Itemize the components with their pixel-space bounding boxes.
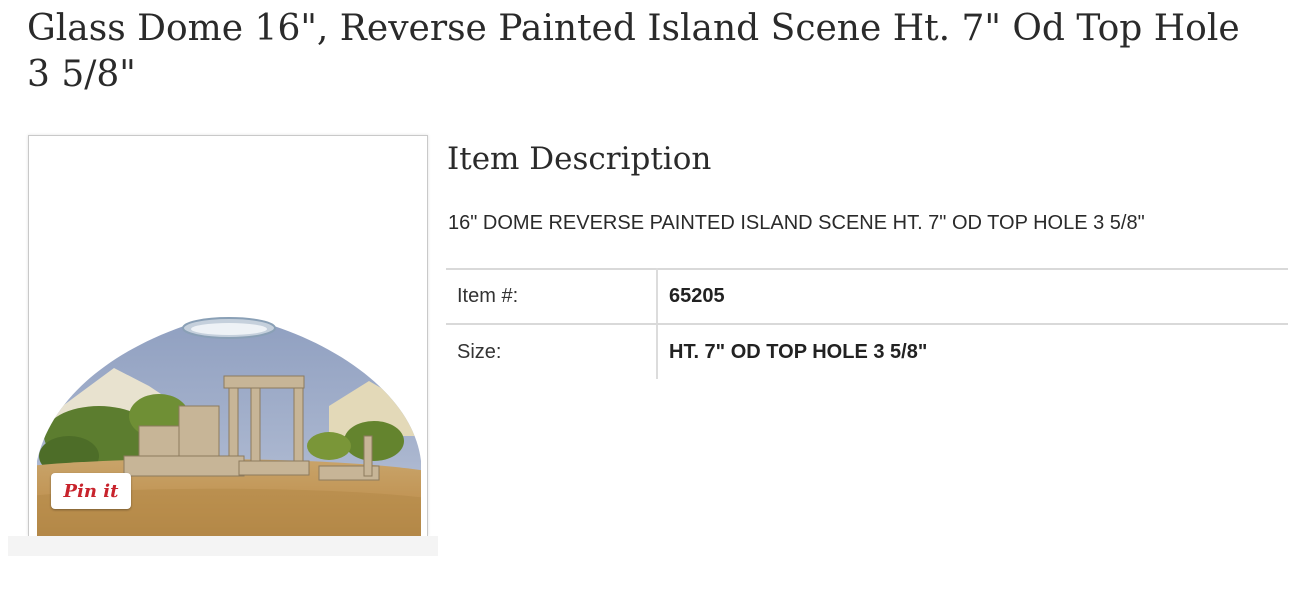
item-number-label: Item #: (446, 269, 658, 325)
table-row: Size: HT. 7" OD TOP HOLE 3 5/8" (446, 324, 1288, 379)
item-number-value: 65205 (657, 269, 1288, 325)
image-footer-bar (8, 536, 438, 556)
item-description-text: 16" DOME REVERSE PAINTED ISLAND SCENE HT… (448, 212, 1145, 234)
table-row: Item #: 65205 (446, 269, 1288, 325)
size-label: Size: (446, 324, 658, 379)
item-description-heading: Item Description (447, 141, 712, 177)
product-image-frame[interactable]: Pin it (28, 135, 428, 536)
pin-it-button[interactable]: Pin it (51, 473, 131, 509)
size-value: HT. 7" OD TOP HOLE 3 5/8" (669, 340, 928, 363)
item-details-table: Item #: 65205 Size: HT. 7" OD TOP HOLE 3… (446, 268, 1288, 379)
product-title: Glass Dome 16", Reverse Painted Island S… (27, 8, 1240, 95)
